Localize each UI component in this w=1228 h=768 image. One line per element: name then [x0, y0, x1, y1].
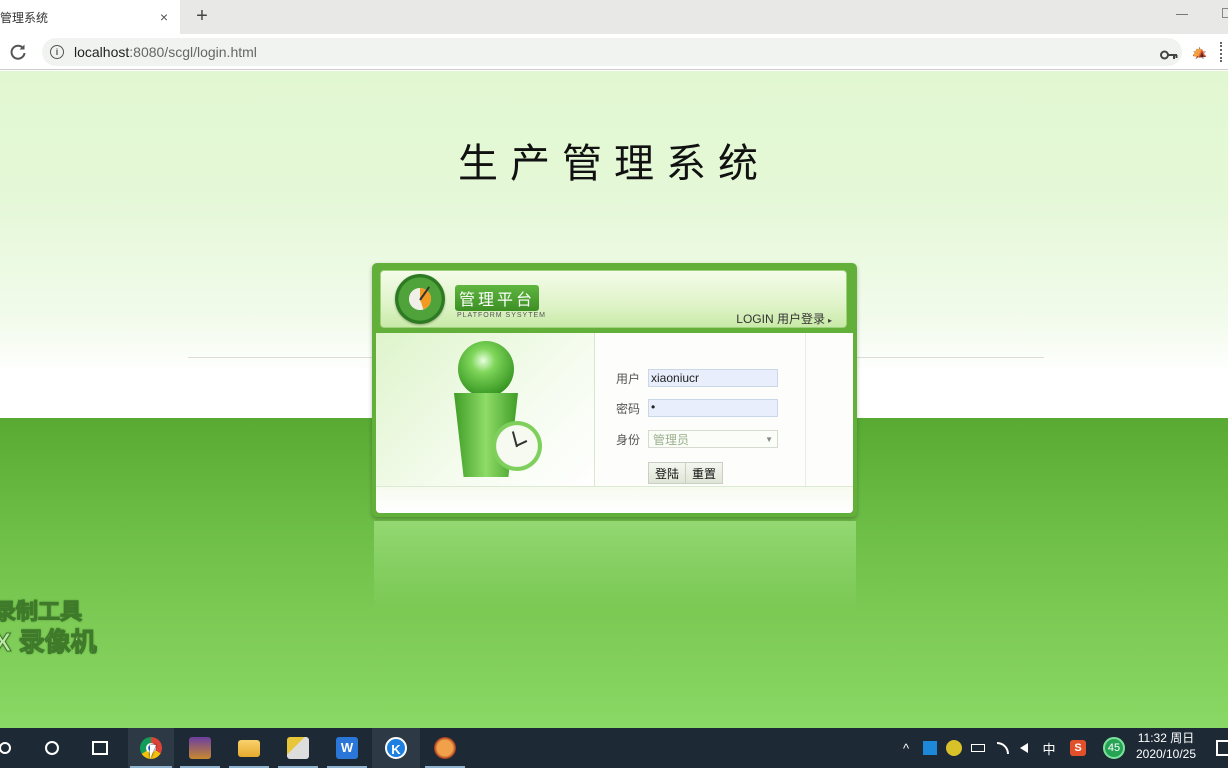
role-selected-value: 管理员 — [653, 432, 690, 447]
url-text[interactable]: localhost:8080/scgl/login.html — [74, 44, 257, 60]
clock-date: 2020/10/25 — [1135, 747, 1197, 761]
tab-title: 管理系统 — [0, 10, 49, 25]
taskbar-clock[interactable]: 11:32 周日 2020/10/25 — [1130, 730, 1202, 762]
platform-subtitle: PLATFORM SYSYTEM — [457, 312, 546, 319]
user-figure-head-icon — [458, 341, 514, 397]
browser-toolbar: i localhost:8080/scgl/login.html ☆ ⛺ — [0, 34, 1228, 70]
platform-badge: 管理平台 — [455, 285, 540, 311]
speaker-icon — [1020, 743, 1028, 753]
security-badge-icon: 45 — [1103, 737, 1125, 759]
maximize-window-button[interactable] — [1222, 8, 1228, 18]
tray-ime-indicator[interactable]: 中 — [1040, 728, 1058, 768]
tray-sogou[interactable]: S — [1068, 728, 1088, 768]
clock-time: 11:32 周日 — [1137, 731, 1195, 745]
minimize-window-button[interactable] — [1176, 6, 1190, 20]
login-panel: 管理平台 PLATFORM SYSYTEM LOGIN 用户登录▸ 用户 密码 … — [372, 263, 857, 517]
page-title: 生产管理系统 — [458, 141, 770, 187]
password-label: 密码 — [616, 401, 641, 416]
triangle-right-icon: ▸ — [827, 316, 832, 325]
login-page: 生产管理系统 管理平台 PLATFORM SYSYTEM LOGIN 用户登录 ▸… — [0, 71, 1228, 728]
login-button[interactable]: 登陆 — [649, 463, 687, 483]
system-tray: ^ 中 S 45 — [0, 728, 1228, 768]
password-row: 密码 • — [616, 399, 778, 417]
tray-battery-icon[interactable] — [969, 728, 987, 768]
login-header: 管理平台 PLATFORM SYSYTEM LOGIN 用户登录 ▸ — [380, 270, 847, 328]
url-path: :8080/scgl/login.html — [129, 44, 257, 60]
username-row: 用户 — [616, 369, 778, 387]
tray-network-icon[interactable] — [994, 728, 1012, 768]
login-panel-reflection — [374, 521, 856, 611]
login-footer — [376, 486, 853, 513]
form-buttons: 登陆 重置 — [648, 462, 724, 484]
reset-button[interactable]: 重置 — [686, 463, 723, 483]
chevron-down-icon: ▼ — [765, 434, 773, 444]
username-label: 用户 — [616, 371, 641, 386]
plus-app-icon — [946, 740, 962, 756]
tab-strip: 管理系统 × + — [0, 0, 1228, 34]
username-input[interactable] — [648, 369, 778, 387]
battery-icon — [971, 744, 985, 752]
tray-volume-icon[interactable] — [1015, 728, 1033, 768]
sogou-icon: S — [1070, 740, 1086, 756]
platform-logo-icon — [395, 274, 445, 324]
browser-menu-icon[interactable] — [1220, 42, 1223, 62]
login-heading: LOGIN 用户登录 ▸ — [736, 310, 832, 327]
tray-overflow-button[interactable]: ^ — [898, 728, 914, 768]
extension-icon[interactable]: ⛺ — [1192, 44, 1207, 58]
login-body: 用户 密码 • 身份 管理员 ▼ 登陆 重置 — [376, 333, 853, 513]
tray-badge[interactable]: 45 — [1101, 728, 1127, 768]
address-bar[interactable]: i localhost:8080/scgl/login.html ☆ — [42, 38, 1207, 66]
notification-center-icon[interactable] — [1216, 740, 1228, 756]
tray-app-star-icon[interactable] — [922, 728, 938, 768]
key-icon[interactable] — [1160, 48, 1178, 62]
browser-tab[interactable]: 管理系统 × — [0, 0, 180, 34]
role-select[interactable]: 管理员 ▼ — [648, 430, 778, 448]
clock-icon — [492, 421, 542, 471]
url-host: localhost — [74, 44, 130, 60]
user-illustration — [376, 333, 595, 486]
wifi-icon — [997, 742, 1009, 754]
role-label: 身份 — [616, 432, 641, 447]
tab-close-icon[interactable]: × — [156, 9, 172, 25]
tray-app-plus-icon[interactable] — [945, 728, 963, 768]
watermark-line-1: 录制工具 — [0, 599, 83, 625]
role-row: 身份 管理员 ▼ — [616, 430, 778, 448]
watermark-line-2: X 录像机 — [0, 627, 97, 658]
site-info-icon[interactable]: i — [50, 45, 64, 59]
new-tab-button[interactable]: + — [192, 6, 212, 26]
login-heading-text: LOGIN 用户登录 — [736, 312, 825, 326]
star-app-icon — [923, 741, 937, 755]
login-form: 用户 密码 • 身份 管理员 ▼ 登陆 重置 — [596, 333, 806, 486]
recorder-watermark: 录制工具 X 录像机 — [0, 597, 97, 658]
password-input[interactable]: • — [648, 399, 778, 417]
reload-icon[interactable] — [9, 43, 27, 61]
